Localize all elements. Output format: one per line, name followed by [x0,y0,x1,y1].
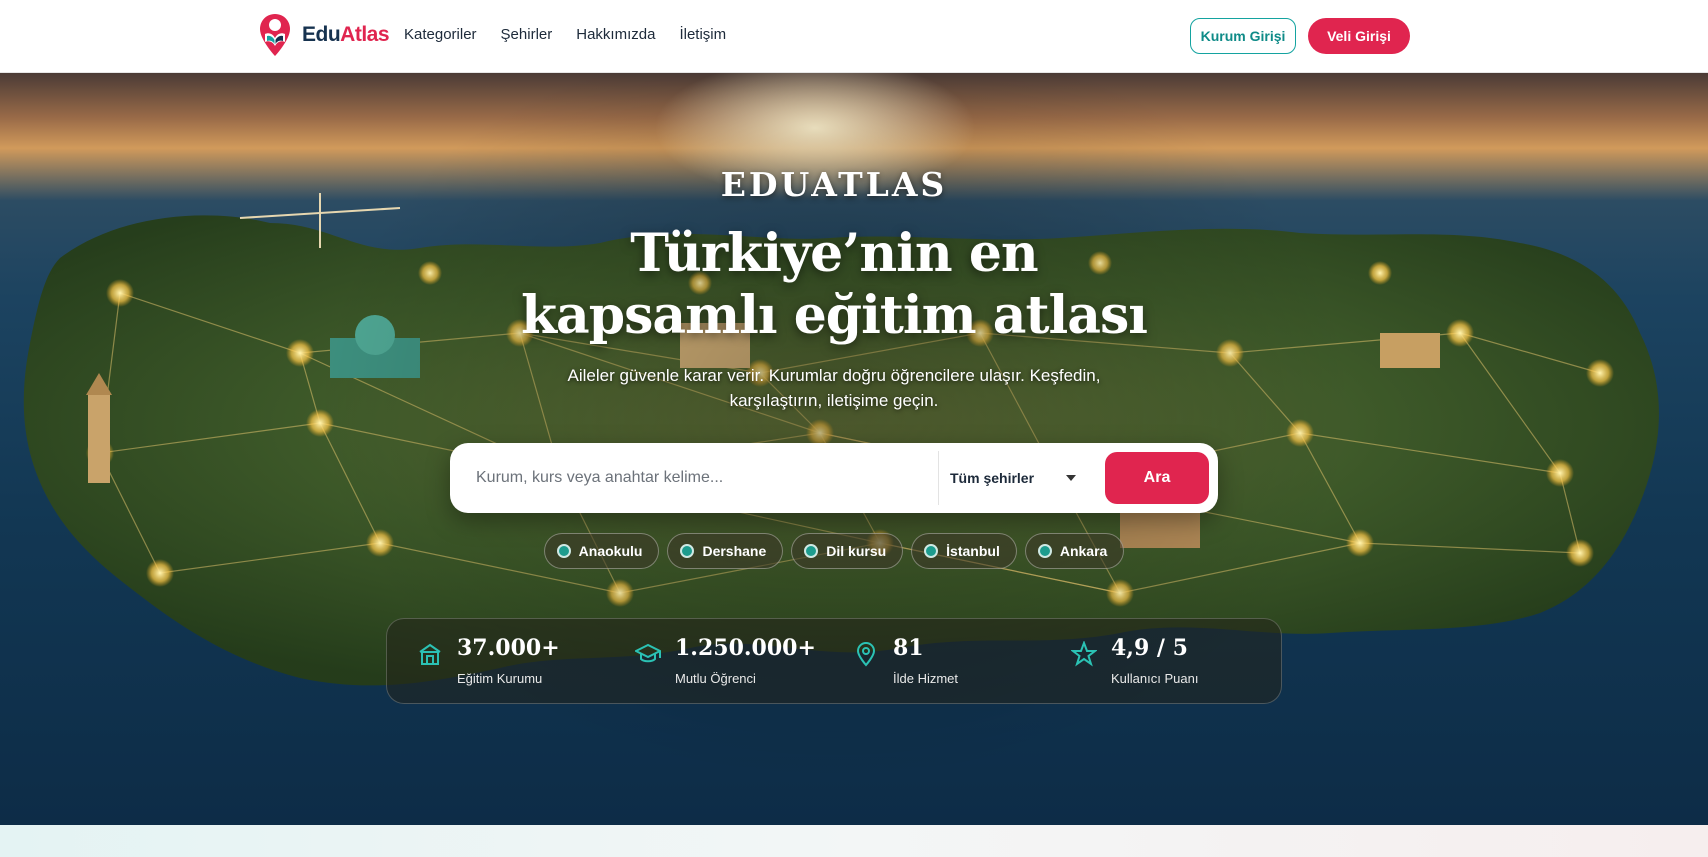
logo[interactable]: EduAtlas [258,12,390,58]
parent-login-button[interactable]: Veli Girişi [1308,18,1410,54]
chevron-down-icon [1066,475,1076,481]
nav-hakkimizda[interactable]: Hakkımızda [576,26,655,43]
logo-text-atlas: Atlas [340,23,390,46]
star-icon [1071,641,1097,667]
search-input[interactable] [476,461,916,495]
chip-dot-icon [804,544,819,558]
nav-kategoriler[interactable]: Kategoriler [404,26,477,43]
stat-rating: 4,9 / 5 Kullanıcı Puanı [1051,633,1261,693]
main-nav: Kategoriler Şehirler Hakkımızda İletişim [404,26,726,43]
stat-provinces: 81 İlde Hizmet [833,633,1043,693]
city-select-value: Tüm şehirler [950,470,1035,486]
search-divider [938,451,939,505]
chip-dil-kursu[interactable]: Dil kursu [791,533,904,569]
stat-value: 37.000+ [457,635,560,661]
chip-istanbul[interactable]: İstanbul [911,533,1017,569]
map-pin-icon [856,642,876,667]
hero-subtitle: Aileler güvenle karar verir. Kurumlar do… [567,366,1101,410]
stat-label: Eğitim Kurumu [457,671,543,686]
chip-dot-icon [556,544,571,558]
stat-label: Mutlu Öğrenci [675,671,756,686]
chip-dershane[interactable]: Dershane [667,533,784,569]
stat-students: 1.250.000+ Mutlu Öğrenci [615,633,825,693]
institution-login-button[interactable]: Kurum Girişi [1190,18,1296,54]
hero-eyebrow: EDUATLAS [720,165,948,204]
chip-dot-icon [1037,544,1052,558]
search-button[interactable]: Ara [1105,452,1209,504]
chip-label: Dershane [702,543,767,559]
nav-sehirler[interactable]: Şehirler [501,26,553,43]
chip-label: Anaokulu [578,543,643,559]
chip-label: Ankara [1059,543,1108,559]
chip-dot-icon [924,544,939,558]
chip-ankara[interactable]: Ankara [1024,533,1125,569]
stat-value: 1.250.000+ [675,635,816,661]
search-bar: Tüm şehirler Ara [450,443,1218,513]
chip-label: Dil kursu [826,543,887,559]
hero-headline-line2: kapsamlı eğitim atlası [521,285,1148,346]
hero-headline-line1: Türkiye’nin en [630,223,1038,284]
chip-dot-icon [680,544,695,558]
logo-text-edu: Edu [302,23,341,46]
chip-label: İstanbul [946,543,1000,559]
logo-pin-icon [260,14,290,56]
stat-value: 81 [893,635,924,661]
stat-institutions: 37.000+ Eğitim Kurumu [397,633,607,693]
site-header: EduAtlas Kategoriler Şehirler Hakkımızda… [0,0,1708,73]
next-section-edge [0,825,1708,857]
quick-filter-chips: Anaokulu Dershane Dil kursu İstanbul Ank… [0,533,1668,569]
stats-panel: 37.000+ Eğitim Kurumu 1.250.000+ Mutlu Ö… [386,618,1282,704]
stat-value: 4,9 / 5 [1111,635,1188,661]
stat-label: Kullanıcı Puanı [1111,671,1199,686]
hero-section: EDUATLAS Türkiye’nin en kapsamlı eğitim … [0,73,1708,825]
logo-text: EduAtlas [302,23,390,47]
stat-label: İlde Hizmet [893,671,959,686]
school-icon [419,643,441,665]
chip-anaokulu[interactable]: Anaokulu [543,533,660,569]
hero-headline: Türkiye’nin en kapsamlı eğitim atlası [0,223,1668,347]
nav-iletisim[interactable]: İletişim [679,26,726,43]
city-select[interactable]: Tüm şehirler [950,461,1090,495]
graduation-cap-icon [635,643,661,663]
